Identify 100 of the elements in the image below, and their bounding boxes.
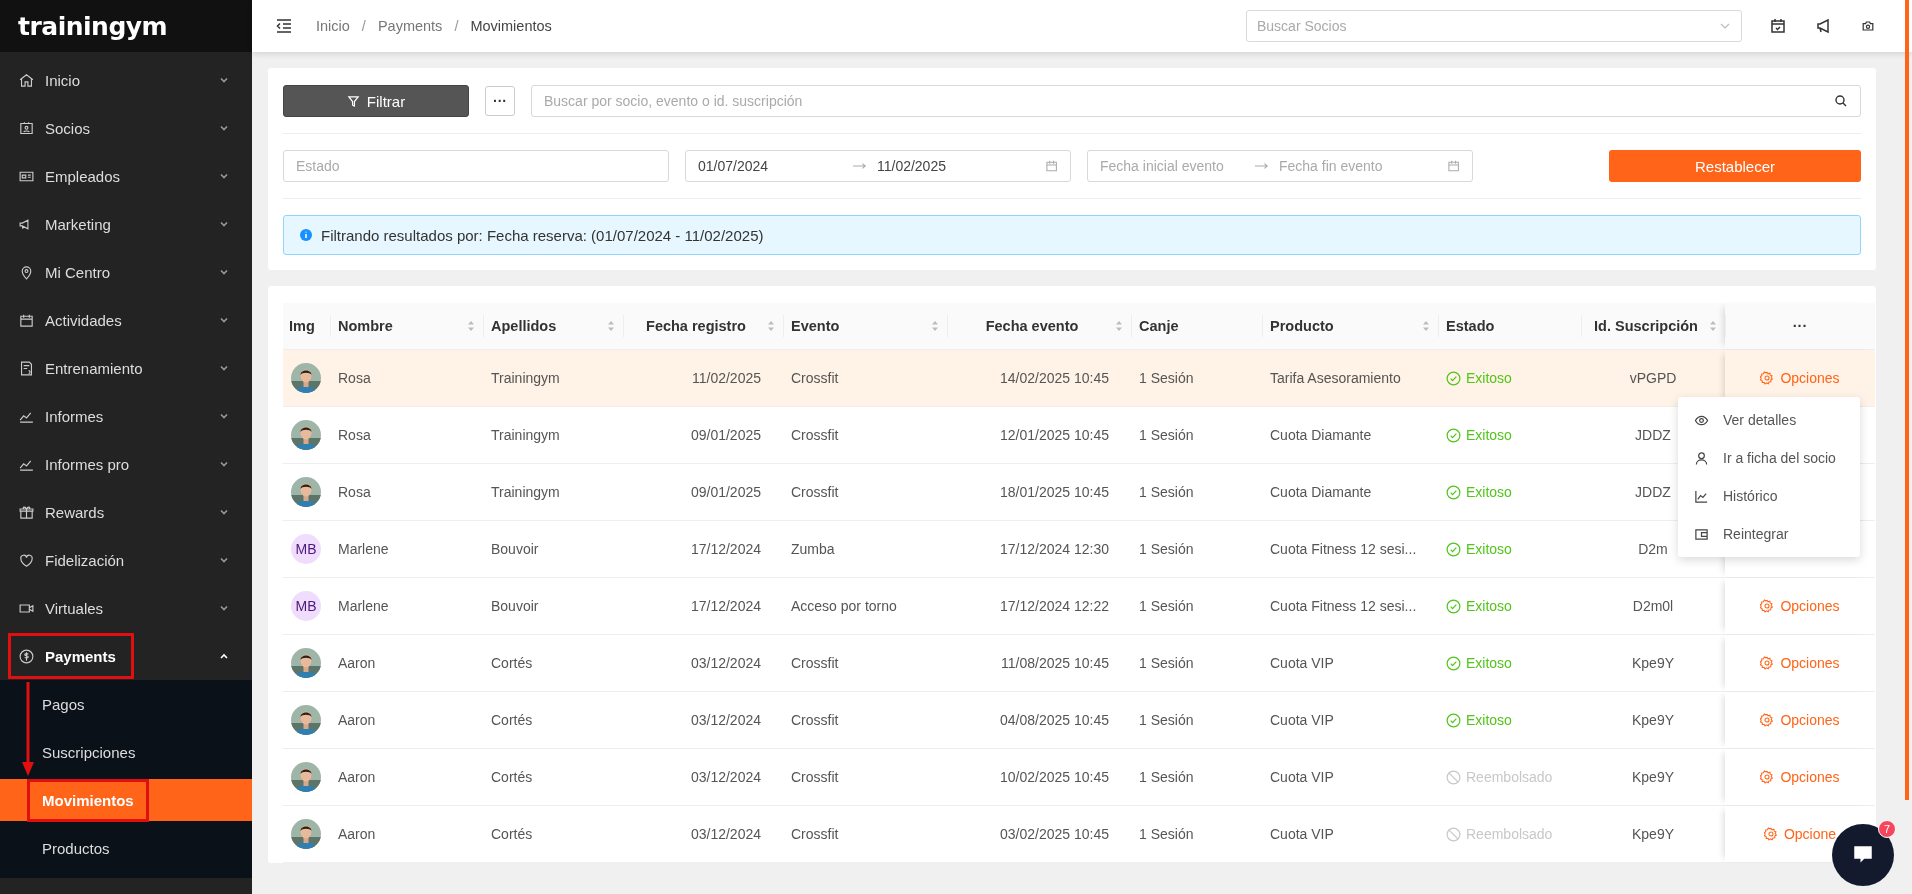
column-header[interactable]: Apellidos <box>483 303 623 349</box>
table-cell: 1 Sesión <box>1139 769 1194 785</box>
breadcrumb-link[interactable]: Inicio <box>316 18 350 34</box>
table-cell: Kpe9Y <box>1631 769 1674 785</box>
nav-item[interactable]: Informes pro <box>0 440 252 488</box>
column-header: Estado <box>1438 303 1581 349</box>
breadcrumb-separator: / <box>361 18 366 34</box>
nav-item[interactable]: Empleados <box>0 152 252 200</box>
nav-item[interactable]: Rewards <box>0 488 252 536</box>
breadcrumb-link[interactable]: Payments <box>377 18 443 34</box>
table-cell: Zumba <box>791 541 835 557</box>
submenu-item[interactable]: Pagos <box>0 680 252 728</box>
check-circle-icon <box>1446 484 1461 500</box>
sort-icon <box>1422 319 1430 333</box>
table-cell: Acceso por torno <box>791 598 897 614</box>
table-row[interactable]: Aaron Cortés 03/12/2024 Crossfit 11/08/2025 10:45 1 Sesión Cuota VIP Exitoso Kpe9Y Opciones <box>283 635 1875 692</box>
scrollbar[interactable] <box>1905 0 1909 800</box>
table-cell: 03/12/2024 <box>690 769 761 785</box>
status-label: Exitoso <box>1446 370 1512 386</box>
column-header[interactable]: Id. Suscripción <box>1581 303 1725 349</box>
calendar-icon <box>1044 159 1058 173</box>
sort-icon <box>467 319 475 333</box>
table-cell: 17/12/2024 12:30 <box>1000 541 1109 557</box>
table-cell: 11/08/2025 10:45 <box>1001 655 1109 671</box>
sort-icon <box>767 319 775 333</box>
search-icon <box>1834 94 1848 108</box>
nav-icon <box>18 647 35 665</box>
table-row[interactable]: Aaron Cortés 03/12/2024 Crossfit 04/08/2025 10:45 1 Sesión Cuota VIP Exitoso Kpe9Y Opciones <box>283 692 1875 749</box>
table-cell: Kpe9Y <box>1631 826 1674 842</box>
column-header[interactable]: Fecha evento <box>947 303 1131 349</box>
date-range-field[interactable]: 01/07/2024 11/02/2025 <box>685 150 1071 182</box>
nav-item[interactable]: Informes <box>0 392 252 440</box>
status-label: Exitoso <box>1446 655 1512 671</box>
nav-item[interactable]: Marketing <box>0 200 252 248</box>
nav-item[interactable]: Socios <box>0 104 252 152</box>
calendar-icon <box>1446 159 1460 173</box>
table-cell: 17/12/2024 <box>690 541 761 557</box>
table-cell: 17/12/2024 12:22 <box>1000 598 1109 614</box>
table-cell: Aaron <box>338 769 376 785</box>
table-cell: Rosa <box>338 484 371 500</box>
table-row[interactable]: Rosa Trainingym 11/02/2025 Crossfit 14/02/2025 10:45 1 Sesión Tarifa Asesoramiento Exitoso vPGPD Opciones <box>283 350 1875 407</box>
info-icon <box>299 228 313 242</box>
status-label: Exitoso <box>1446 427 1512 443</box>
table-cell: Crossfit <box>791 370 839 386</box>
column-header[interactable]: Nombre <box>330 303 483 349</box>
table-cell: 09/01/2025 <box>690 484 761 500</box>
submenu-item[interactable]: Productos <box>0 824 252 872</box>
table-cell: Cortés <box>491 655 533 671</box>
table-cell: Crossfit <box>791 655 839 671</box>
table-cell: Crossfit <box>791 427 839 443</box>
avatar-initials: MB <box>291 591 321 621</box>
table-cell: Crossfit <box>791 826 839 842</box>
table-row[interactable]: MB Marlene Bouvoir 17/12/2024 Acceso por torno 17/12/2024 12:22 1 Sesión Cuota Fitness 12 sesi... Exitoso D2m0l Opciones <box>283 578 1875 635</box>
menu-icon[interactable] <box>274 16 294 36</box>
table-cell: Cortés <box>491 769 533 785</box>
table-cell: Cuota Fitness 12 sesi... <box>1270 541 1417 557</box>
column-header[interactable]: Evento <box>783 303 947 349</box>
table-cell: Kpe9Y <box>1631 712 1674 728</box>
column-header[interactable]: Producto <box>1262 303 1438 349</box>
table-cell: 1 Sesión <box>1139 826 1194 842</box>
info-text: Filtrando resultados por: Fecha reserva: (01/07/2024 - 11/02/2025) <box>321 226 764 244</box>
table-cell: Cuota Diamante <box>1270 484 1372 500</box>
check-circle-icon <box>1446 712 1461 728</box>
nav-item[interactable]: Inicio <box>0 56 252 104</box>
table-cell: 1 Sesión <box>1139 484 1194 500</box>
table-cell: 03/12/2024 <box>690 712 761 728</box>
sort-icon <box>1709 319 1717 333</box>
status-label: Exitoso <box>1446 712 1512 728</box>
column-header[interactable]: Fecha registro <box>623 303 783 349</box>
submenu-item[interactable]: Suscripciones <box>0 728 252 776</box>
table-cell: Trainingym <box>491 484 560 500</box>
camera-icon[interactable] <box>1860 18 1876 34</box>
table-cell: D2m0l <box>1632 598 1674 614</box>
ban-icon <box>1446 769 1461 785</box>
table-cell: Cuota VIP <box>1270 826 1334 842</box>
nav-item[interactable]: Entrenamiento <box>0 344 252 392</box>
menu-item[interactable]: Histórico <box>1678 477 1860 515</box>
table-cell: Aaron <box>338 826 376 842</box>
more-button[interactable]: ··· <box>485 86 515 116</box>
settings-icon <box>1760 713 1775 727</box>
table-cell: Cuota VIP <box>1270 769 1334 785</box>
status-label: Exitoso <box>1446 541 1512 557</box>
nav-item[interactable]: Payments <box>0 632 252 680</box>
table-cell: 1 Sesión <box>1139 541 1194 557</box>
user-icon <box>1694 450 1709 466</box>
settings-icon <box>1763 827 1778 841</box>
table-cell: D2m <box>1638 541 1668 557</box>
settings-icon <box>1760 770 1775 784</box>
filter-button[interactable]: Filtrar <box>283 85 469 117</box>
table-cell: Rosa <box>338 370 371 386</box>
nav-item[interactable]: Virtuales <box>0 584 252 632</box>
check-circle-icon <box>1446 598 1461 614</box>
nav-item[interactable]: Actividades <box>0 296 252 344</box>
table-cell: Cuota Fitness 12 sesi... <box>1270 598 1417 614</box>
calendar-icon[interactable] <box>1768 16 1788 36</box>
sort-icon <box>1115 319 1123 333</box>
settings-icon <box>1760 371 1775 385</box>
table-cell: Cortés <box>491 712 533 728</box>
nav-item[interactable]: Fidelización <box>0 536 252 584</box>
nav-item[interactable]: Mi Centro <box>0 248 252 296</box>
